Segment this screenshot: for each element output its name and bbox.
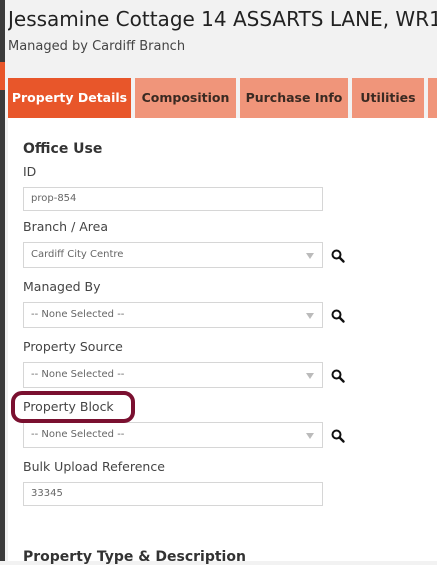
section-title-office-use: Office Use (23, 141, 103, 157)
page-title: Jessamine Cottage 14 ASSARTS LANE, WR14 (8, 7, 437, 31)
property-details-panel: Office Use ID prop-854 Branch / Area Car… (8, 118, 437, 565)
property-block-select[interactable]: -- None Selected -- (23, 422, 323, 448)
property-source-select[interactable]: -- None Selected -- (23, 362, 323, 388)
page-subtitle: Managed by Cardiff Branch (8, 39, 186, 54)
tab-property-details[interactable]: Property Details (8, 78, 131, 118)
branch-area-select[interactable]: Cardiff City Centre (23, 242, 323, 268)
tab-bar: Property Details Composition Purchase In… (8, 78, 437, 118)
bulk-upload-label: Bulk Upload Reference (23, 459, 165, 474)
bulk-upload-field[interactable]: 33345 (23, 482, 323, 506)
search-icon[interactable] (330, 248, 346, 264)
managed-by-label: Managed By (23, 279, 101, 294)
section-title-property-type: Property Type & Description (23, 549, 246, 565)
property-block-value: -- None Selected -- (31, 429, 125, 440)
page-header: Jessamine Cottage 14 ASSARTS LANE, WR14 … (8, 6, 437, 55)
id-label: ID (23, 164, 37, 179)
search-icon[interactable] (330, 368, 346, 384)
id-field[interactable]: prop-854 (23, 187, 323, 211)
chevron-down-icon (306, 313, 314, 319)
search-icon[interactable] (330, 428, 346, 444)
branch-area-value: Cardiff City Centre (31, 249, 124, 260)
tab-utilities[interactable]: Utilities (352, 78, 424, 118)
property-source-value: -- None Selected -- (31, 369, 125, 380)
chevron-down-icon (306, 373, 314, 379)
chevron-down-icon (306, 433, 314, 439)
annotation-highlight-ring (11, 391, 135, 423)
managed-by-select[interactable]: -- None Selected -- (23, 302, 323, 328)
chevron-down-icon (306, 253, 314, 259)
branch-area-label: Branch / Area (23, 219, 109, 234)
property-source-label: Property Source (23, 339, 123, 354)
left-sidebar-strip (0, 0, 5, 561)
tab-purchase-info[interactable]: Purchase Info (240, 78, 348, 118)
managed-by-value: -- None Selected -- (31, 309, 125, 320)
tab-more[interactable] (428, 78, 437, 118)
search-icon[interactable] (330, 308, 346, 324)
sidebar-accent (0, 62, 5, 90)
tab-composition[interactable]: Composition (135, 78, 236, 118)
